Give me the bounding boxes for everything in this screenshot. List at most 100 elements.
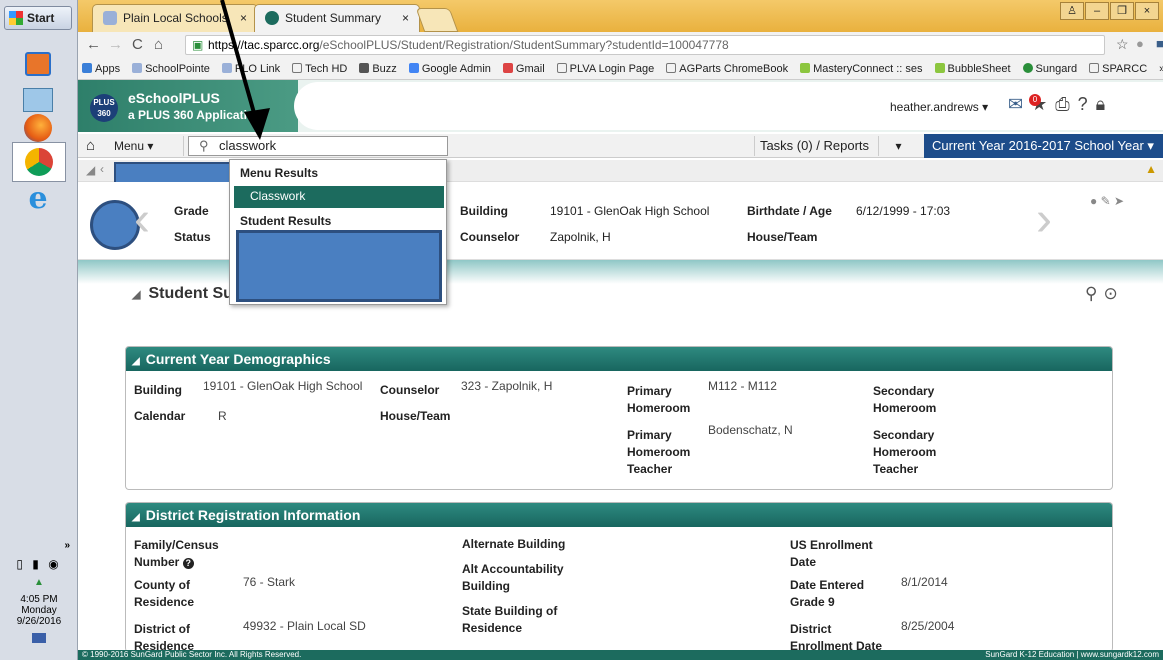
minimize-icon[interactable]: – [1085, 2, 1109, 20]
grade9-label: Date Entered Grade 9 [790, 578, 865, 609]
menu-results-heading: Menu Results [240, 166, 319, 180]
grade9-value: 8/1/2014 [901, 575, 948, 589]
tray-clock[interactable]: 4:05 PM [2, 594, 76, 605]
bookmark-sungard[interactable]: Sungard [1022, 62, 1077, 75]
extension-2-icon[interactable]: ■ [1156, 36, 1163, 51]
bookmark-gmail[interactable]: Gmail [502, 62, 545, 75]
redacted-block [236, 230, 442, 302]
maximize-icon[interactable]: ❐ [1110, 2, 1134, 20]
alt-accountability-label: Alt Accountability Building [462, 562, 564, 593]
district-panel: ◢ District Registration Information Famil… [125, 502, 1113, 653]
menu-result-classwork[interactable]: Classwork [234, 186, 444, 208]
back-icon[interactable]: ← [86, 36, 101, 53]
secondary-teacher-label: Secondary Homeroom Teacher [873, 428, 937, 476]
chevron-right-icon[interactable]: › [1036, 192, 1052, 247]
collapse-icon[interactable]: ◢ [132, 289, 140, 301]
primary-homeroom-label: Primary Homeroom [627, 384, 691, 415]
district-header[interactable]: ◢ District Registration Information [126, 503, 1112, 527]
chrome-icon [25, 148, 53, 176]
bookmark-agparts[interactable]: AGParts ChromeBook [666, 62, 788, 75]
district-enrollment-value: 8/25/2004 [901, 619, 955, 633]
url-field[interactable]: ▣ https://tac.sparcc.org/eSchoolPLUS/Stu… [185, 35, 1105, 55]
tray-status-icons[interactable]: ▯ ▮ ◉ [2, 557, 76, 571]
apps-grid-icon [82, 62, 92, 73]
taskbar-app-outlook[interactable] [16, 44, 60, 84]
bookmark-bubblesheet[interactable]: BubbleSheet [934, 62, 1011, 75]
drive-icon[interactable]: ▲ [2, 577, 76, 588]
comment-icon[interactable]: ● ✎ ➤ [1090, 194, 1124, 208]
counselor-label: Counselor [460, 230, 520, 244]
forward-icon[interactable]: → [108, 36, 123, 53]
extension-icon[interactable]: ● [1136, 36, 1144, 51]
plus360-logo: PLUS 360 [90, 94, 118, 122]
show-desktop-icon[interactable] [32, 633, 46, 643]
building-value: 19101 - GlenOak High School [203, 379, 363, 393]
menu-button[interactable]: Menu ▾ [106, 136, 184, 156]
counselor-value: 323 - Zapolnik, H [461, 379, 553, 393]
student-results-heading: Student Results [240, 214, 332, 228]
school-year-selector[interactable]: Current Year 2016-2017 School Year ▾ [924, 134, 1163, 158]
close-window-icon[interactable]: × [1135, 2, 1159, 20]
house-team-label: House/Team [747, 230, 818, 244]
bookmark-masteryconnect[interactable]: MasteryConnect :: ses [800, 62, 923, 75]
us-enrollment-label: US Enrollment Date [790, 538, 873, 569]
footer: © 1990-2016 SunGard Public Sector Inc. A… [78, 650, 1163, 660]
chevron-down-circle-icon[interactable]: ⊙ [1103, 284, 1123, 303]
system-tray: » ▯ ▮ ◉ ▲ 4:05 PM Monday 9/26/2016 [2, 540, 76, 643]
chevron-left-icon[interactable]: ‹ [100, 162, 104, 176]
tasks-reports-button[interactable]: Tasks (0) / Reports [754, 136, 874, 156]
app-square-icon [25, 52, 51, 76]
sungard-icon [1022, 62, 1033, 73]
help-icon[interactable]: ? [182, 558, 194, 569]
chevron-left-icon[interactable]: ‹ [134, 192, 150, 247]
mail-icon[interactable]: ✉ [1008, 94, 1031, 114]
county-label: County of Residence [134, 578, 195, 609]
footer-link[interactable]: SunGard K-12 Education | www.sungardk12.… [985, 650, 1159, 660]
bookmark-plva-login[interactable]: PLVA Login Page [556, 62, 654, 75]
search-icon[interactable]: ⚲ [1085, 284, 1103, 303]
help-icon[interactable]: ? [1078, 94, 1096, 114]
mail-count-badge: 0 [1029, 94, 1041, 106]
mastery-icon [800, 62, 811, 73]
secondary-homeroom-label: Secondary Homeroom [873, 384, 937, 415]
home-icon[interactable]: ⌂ [86, 137, 95, 154]
demographics-panel: ◢ Current Year Demographics Building 1910… [125, 346, 1113, 490]
bookmark-apps[interactable]: Apps [82, 62, 120, 75]
window-controls: ♙ – ❐ × [1060, 2, 1159, 22]
calendar-label: Calendar [134, 409, 186, 423]
page-icon [292, 62, 303, 73]
collapse-icon: ◢ [132, 512, 140, 523]
alert-icon[interactable]: ▲ [1145, 162, 1157, 176]
bookmark-sparcc[interactable]: SPARCC [1089, 62, 1147, 75]
counselor-label: Counselor [380, 383, 440, 397]
print-icon[interactable]: ⎙ [1055, 94, 1077, 114]
primary-teacher-label: Primary Homeroom Teacher [627, 428, 691, 476]
home-icon[interactable]: ⌂ [154, 36, 163, 53]
start-button[interactable]: Start [4, 6, 72, 30]
taskbar-app-ie[interactable]: e [16, 178, 60, 218]
lock-icon[interactable]: 🔒︎ [1096, 94, 1114, 114]
district-value: 49932 - Plain Local SD [243, 619, 366, 633]
windows-flag-icon [9, 11, 23, 25]
new-tab-button[interactable] [415, 8, 459, 32]
user-menu[interactable]: heather.andrews ▾ [890, 100, 988, 114]
taskbar-app-chrome[interactable] [12, 142, 66, 182]
collapse-icon: ◢ [132, 356, 140, 367]
building-label: Building [460, 204, 508, 218]
chevron-down-icon[interactable]: ▾ [878, 136, 918, 156]
bookmark-google-admin[interactable]: Google Admin [408, 62, 491, 75]
star-icon[interactable]: ☆ [1116, 36, 1129, 53]
school-favicon-icon [103, 11, 117, 25]
collapse-icon[interactable]: ◢ [86, 163, 95, 177]
bookmark-schoolpointe[interactable]: SchoolPointe [132, 62, 210, 75]
reload-icon[interactable]: C [132, 36, 143, 53]
bookmarks-overflow[interactable]: » [1159, 63, 1163, 75]
close-icon[interactable]: × [402, 5, 409, 31]
search-results-dropdown: Menu Results Classwork Student Results [229, 159, 447, 305]
tray-overflow-icon[interactable]: » [2, 540, 76, 551]
bookmark-buzz[interactable]: Buzz [359, 62, 397, 75]
user-icon[interactable]: ♙ [1060, 2, 1084, 20]
bookmark-tech-hd[interactable]: Tech HD [292, 62, 347, 75]
demographics-header[interactable]: ◢ Current Year Demographics [126, 347, 1112, 371]
building-label: Building [134, 383, 182, 397]
